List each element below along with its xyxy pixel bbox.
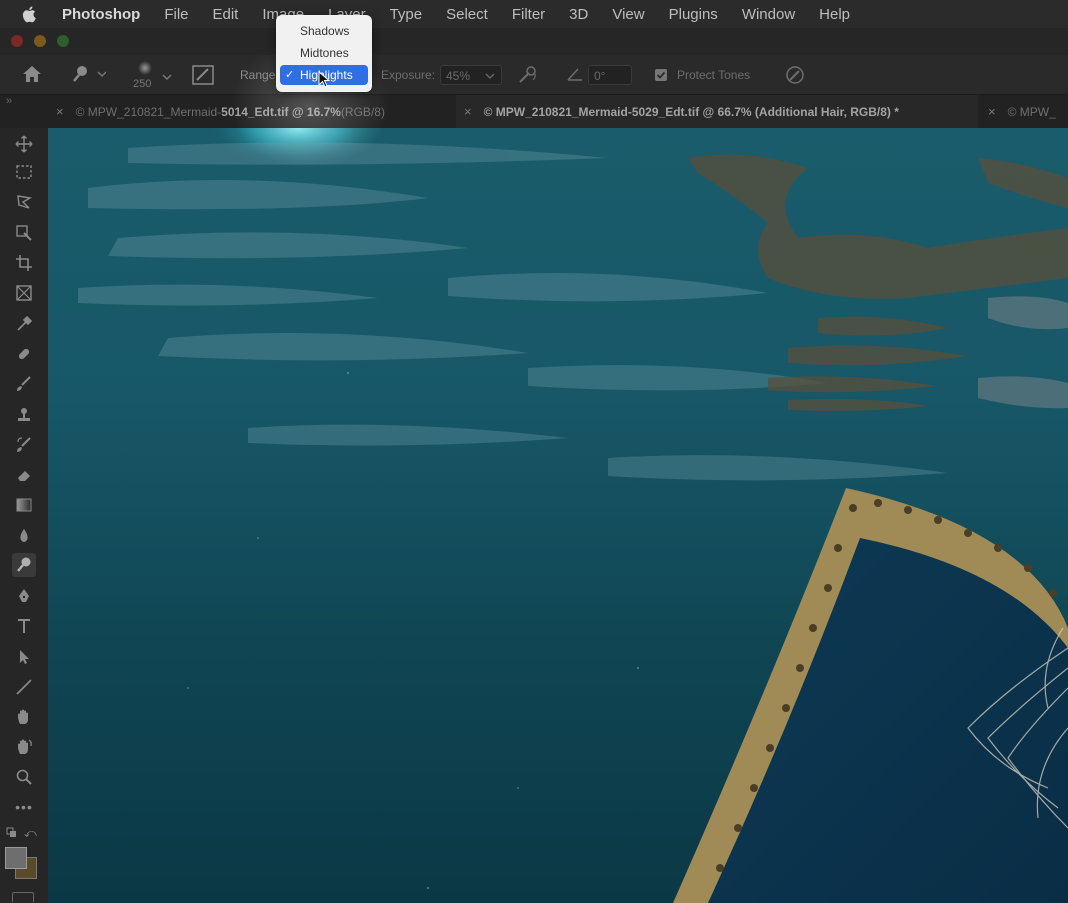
blur-tool-icon[interactable] <box>12 524 36 548</box>
eraser-tool-icon[interactable] <box>12 463 36 487</box>
menu-plugins[interactable]: Plugins <box>669 6 718 23</box>
line-tool-icon[interactable] <box>12 675 36 699</box>
lasso-tool-icon[interactable] <box>12 190 36 214</box>
move-tool-icon[interactable] <box>12 132 36 156</box>
type-tool-icon[interactable] <box>12 614 36 638</box>
menu-select[interactable]: Select <box>446 6 488 23</box>
expand-panels-icon[interactable]: » <box>6 95 12 107</box>
brush-preview-icon[interactable] <box>135 59 155 80</box>
close-tab-icon[interactable]: × <box>988 104 996 119</box>
window-title-bar <box>0 28 1068 55</box>
zoom-tool-icon[interactable] <box>12 765 36 789</box>
hand-tool-icon[interactable] <box>12 705 36 729</box>
pressure-size-icon[interactable] <box>784 65 806 88</box>
exposure-label: Exposure: <box>381 68 436 82</box>
menu-file[interactable]: File <box>164 6 188 23</box>
swap-colors-icon[interactable]: ⤺ <box>24 826 37 841</box>
tools-panel: ••• ⤺ <box>0 128 48 903</box>
close-tab-icon[interactable]: × <box>56 104 64 119</box>
more-tools-icon[interactable]: ••• <box>12 795 36 819</box>
menu-view[interactable]: View <box>612 6 644 23</box>
document-tab-overflow[interactable]: × © MPW_ <box>988 95 1068 128</box>
menu-type[interactable]: Type <box>390 6 423 23</box>
angle-value: 0° <box>594 69 606 83</box>
checkmark-icon <box>656 71 666 79</box>
path-select-tool-icon[interactable] <box>12 645 36 669</box>
brush-settings-panel-icon[interactable] <box>192 65 214 88</box>
crop-tool-icon[interactable] <box>12 251 36 275</box>
exposure-value: 45% <box>446 69 471 83</box>
dodge-tool-preset-icon[interactable] <box>68 64 107 87</box>
dodge-tool-icon[interactable] <box>12 553 36 577</box>
tab-title: © MPW_210821_Mermaid-5029_Edt.tif @ 66.7… <box>483 104 899 119</box>
exposure-chevron-icon[interactable] <box>485 72 495 80</box>
mouse-cursor-icon <box>318 70 332 94</box>
menu-3d[interactable]: 3D <box>569 6 588 23</box>
angle-field[interactable]: 0° <box>588 65 632 85</box>
pen-tool-icon[interactable] <box>12 584 36 608</box>
marquee-tool-icon[interactable] <box>12 160 36 184</box>
default-colors-icon[interactable] <box>6 826 18 844</box>
range-option-midtones[interactable]: Midtones <box>280 43 368 63</box>
menu-edit[interactable]: Edit <box>213 6 239 23</box>
options-bar: 250 Range: Exposure: 45% 0° Protect Tone… <box>0 55 1068 95</box>
check-icon: ✓ <box>285 69 295 81</box>
menu-help[interactable]: Help <box>819 6 850 23</box>
menu-window[interactable]: Window <box>742 6 795 23</box>
range-label: Range: <box>240 68 279 82</box>
tab-title: © MPW_ <box>1007 104 1056 119</box>
foreground-color-fill <box>6 848 26 868</box>
document-tab-5029[interactable]: × © MPW_210821_Mermaid-5029_Edt.tif @ 66… <box>456 95 978 128</box>
brush-tool-icon[interactable] <box>12 372 36 396</box>
eyedropper-tool-icon[interactable] <box>12 312 36 336</box>
close-tab-icon[interactable]: × <box>464 104 472 119</box>
home-icon[interactable] <box>22 65 42 86</box>
menu-filter[interactable]: Filter <box>512 6 545 23</box>
menu-app-name[interactable]: Photoshop <box>62 6 140 23</box>
frame-tool-icon[interactable] <box>12 281 36 305</box>
range-option-shadows[interactable]: Shadows <box>280 21 368 41</box>
document-tab-5014[interactable]: × © MPW_210821_Mermaid- 5014_Edt.tif @ 16… <box>56 95 456 128</box>
protect-tones-checkbox[interactable] <box>655 69 667 81</box>
history-brush-tool-icon[interactable] <box>12 433 36 457</box>
document-tab-bar: » × © MPW_210821_Mermaid- 5014_Edt.tif @ … <box>0 95 1068 128</box>
object-select-tool-icon[interactable] <box>12 221 36 245</box>
menu-bar: Photoshop File Edit Image Layer Type Sel… <box>0 0 1068 28</box>
tab-title-suffix: (RGB/8) <box>340 104 385 119</box>
tab-title-bold: 5014_Edt.tif @ 16.7% <box>221 104 341 119</box>
airbrush-icon[interactable] <box>517 65 539 88</box>
gradient-tool-icon[interactable] <box>12 493 36 517</box>
minimize-window-button[interactable] <box>34 35 46 47</box>
tab-title-prefix: © MPW_210821_Mermaid- <box>75 104 222 119</box>
angle-icon <box>566 66 584 85</box>
rotate-view-tool-icon[interactable] <box>12 735 36 759</box>
exposure-field[interactable]: 45% <box>440 65 502 85</box>
apple-menu-icon[interactable] <box>22 0 42 28</box>
clone-stamp-tool-icon[interactable] <box>12 403 36 427</box>
healing-brush-tool-icon[interactable] <box>12 342 36 366</box>
brush-size-value: 250 <box>133 78 152 90</box>
underwater-photo <box>48 128 1068 903</box>
foreground-color-swatch[interactable] <box>5 847 27 869</box>
quick-mask-icon[interactable] <box>12 892 34 902</box>
document-canvas[interactable] <box>48 128 1068 903</box>
brush-size-chevron-icon[interactable] <box>162 70 172 84</box>
close-window-button[interactable] <box>11 35 23 47</box>
protect-tones-label[interactable]: Protect Tones <box>677 68 750 82</box>
zoom-window-button[interactable] <box>57 35 69 47</box>
